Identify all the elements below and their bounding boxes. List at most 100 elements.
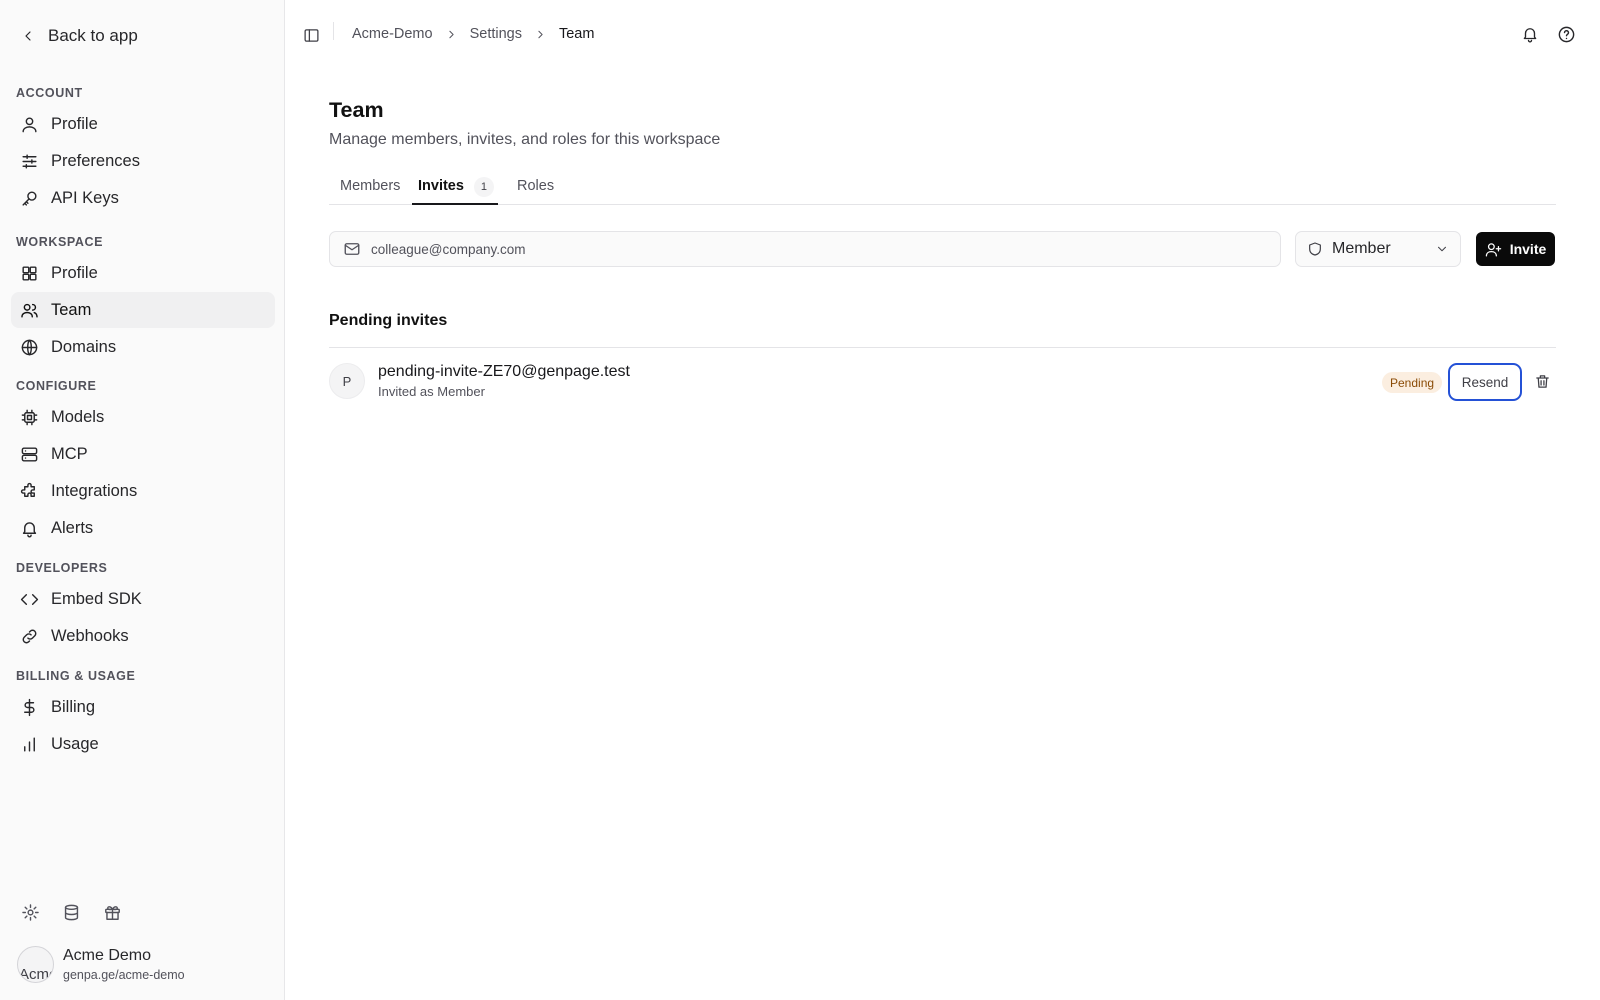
- sidebar-item-integrations[interactable]: Integrations: [11, 473, 275, 509]
- account-name: Acme Demo: [63, 947, 152, 964]
- account-switcher[interactable]: Acme Acme Demo genpa.ge/acme-demo: [17, 946, 185, 983]
- sidebar-item-label: Profile: [51, 114, 98, 133]
- sidebar-item-label: MCP: [51, 444, 88, 463]
- settings-sidebar: Back to app ACCOUNT Profile Preferences …: [0, 0, 285, 1000]
- bell-icon[interactable]: [1521, 25, 1541, 45]
- avatar: Acme: [17, 946, 54, 983]
- invite-email-input[interactable]: [371, 241, 1251, 257]
- shield-icon: [1309, 242, 1321, 256]
- sidebar-item-webhooks[interactable]: Webhooks: [11, 618, 275, 654]
- account-info: Acme Demo genpa.ge/acme-demo: [63, 947, 185, 982]
- breadcrumb-item-current: Team: [558, 26, 595, 42]
- sidebar-item-alerts[interactable]: Alerts: [11, 510, 275, 546]
- invite-role-text: Invited as Member: [378, 384, 485, 399]
- trash-icon[interactable]: [1534, 373, 1551, 390]
- sidebar-item-label: Models: [51, 407, 105, 426]
- database-icon[interactable]: [62, 903, 81, 922]
- status-badge: Pending: [1382, 372, 1443, 393]
- puzzle-icon: [20, 482, 35, 497]
- tab-label: Roles: [517, 178, 555, 194]
- section-label-account: ACCOUNT: [16, 86, 83, 100]
- topbar-divider: [333, 22, 334, 40]
- breadcrumb-item-workspace[interactable]: Acme-Demo: [352, 26, 433, 42]
- back-to-app-label: Back to app: [48, 26, 138, 45]
- grid-icon: [22, 265, 37, 281]
- sidebar-item-label: Webhooks: [51, 626, 129, 645]
- sidebar-item-domains[interactable]: Domains: [11, 329, 275, 365]
- code-icon: [20, 593, 39, 605]
- avatar-alt-text: Acme: [19, 966, 54, 983]
- sidebar-toggle-icon[interactable]: [303, 27, 320, 44]
- role-select-value: Member: [1332, 240, 1391, 257]
- sidebar-item-label: Usage: [51, 734, 99, 753]
- chevron-right-icon: [448, 30, 454, 38]
- sidebar-item-usage[interactable]: Usage: [11, 726, 275, 762]
- dollar-icon: [24, 698, 35, 716]
- tab-label: Members: [340, 178, 401, 194]
- invite-button[interactable]: Invite: [1476, 232, 1555, 266]
- users-icon: [21, 303, 38, 318]
- sidebar-footer-icons: [21, 903, 122, 922]
- breadcrumb-item-settings[interactable]: Settings: [470, 26, 522, 42]
- tab-members[interactable]: Members: [329, 172, 413, 205]
- sidebar-item-label: Preferences: [51, 151, 140, 170]
- resend-button[interactable]: Resend: [1448, 363, 1522, 401]
- page-title: Team: [329, 98, 384, 122]
- sidebar-item-api-keys[interactable]: API Keys: [11, 180, 275, 216]
- section-label-developers: DEVELOPERS: [16, 561, 108, 575]
- sliders-icon: [22, 153, 37, 169]
- sidebar-item-label: Integrations: [51, 481, 138, 500]
- tab-invites[interactable]: Invites 1: [412, 172, 498, 205]
- role-select[interactable]: Member: [1295, 231, 1461, 267]
- chevron-down-icon: [1437, 246, 1447, 252]
- gear-icon[interactable]: [21, 903, 40, 922]
- page-subtitle: Manage members, invites, and roles for t…: [329, 131, 721, 148]
- sidebar-item-label: Alerts: [51, 518, 94, 537]
- sidebar-item-billing[interactable]: Billing: [11, 689, 275, 725]
- cpu-icon: [21, 409, 38, 425]
- invite-avatar: P: [329, 363, 365, 399]
- sidebar-item-embed-sdk[interactable]: Embed SDK: [11, 581, 275, 617]
- sidebar-item-models[interactable]: Models: [11, 399, 275, 435]
- tab-roles[interactable]: Roles: [511, 172, 571, 205]
- bell-icon: [22, 521, 37, 537]
- sidebar-item-label: Profile: [51, 263, 98, 282]
- sidebar-item-label: Team: [51, 300, 92, 319]
- list-item: P pending-invite-ZE70@genpage.test Invit…: [329, 362, 1556, 401]
- chevron-left-icon: [25, 31, 31, 41]
- sidebar-item-label: Domains: [51, 337, 117, 356]
- mail-icon: [344, 243, 360, 255]
- invite-button-label: Invite: [1509, 241, 1547, 257]
- sidebar-item-label: API Keys: [51, 188, 119, 207]
- section-label-billing: BILLING & USAGE: [16, 669, 136, 683]
- server-icon: [21, 446, 38, 462]
- sidebar-item-label: Embed SDK: [51, 589, 142, 608]
- section-divider: [329, 347, 1556, 348]
- help-icon[interactable]: [1557, 25, 1577, 45]
- key-icon: [22, 190, 37, 206]
- invite-email-field[interactable]: [329, 231, 1281, 267]
- account-url: genpa.ge/acme-demo: [63, 968, 185, 982]
- invite-email: pending-invite-ZE70@genpage.test: [378, 363, 630, 380]
- link-icon: [22, 629, 37, 643]
- back-to-app-link[interactable]: Back to app: [20, 24, 138, 48]
- chevron-right-icon: [538, 30, 543, 38]
- sidebar-item-workspace-profile[interactable]: Profile: [11, 255, 275, 291]
- user-plus-icon: [1485, 242, 1501, 257]
- breadcrumb: Acme-Demo Settings Team: [352, 24, 594, 44]
- team-tabs: Members Invites 1 Roles: [329, 172, 1556, 205]
- gift-icon[interactable]: [103, 903, 122, 922]
- user-icon: [22, 116, 37, 132]
- pending-invites-heading: Pending invites: [329, 312, 448, 329]
- sidebar-item-preferences[interactable]: Preferences: [11, 143, 275, 179]
- section-label-workspace: WORKSPACE: [16, 235, 104, 249]
- sidebar-item-label: Billing: [51, 697, 96, 716]
- invites-count-badge: 1: [473, 177, 494, 197]
- section-label-configure: CONFIGURE: [16, 379, 97, 393]
- sidebar-item-team[interactable]: Team: [11, 292, 275, 328]
- bar-chart-icon: [24, 736, 35, 752]
- sidebar-item-mcp[interactable]: MCP: [11, 436, 275, 472]
- tab-label: Invites: [418, 178, 464, 194]
- sidebar-item-account-profile[interactable]: Profile: [11, 106, 275, 142]
- globe-icon: [21, 339, 38, 355]
